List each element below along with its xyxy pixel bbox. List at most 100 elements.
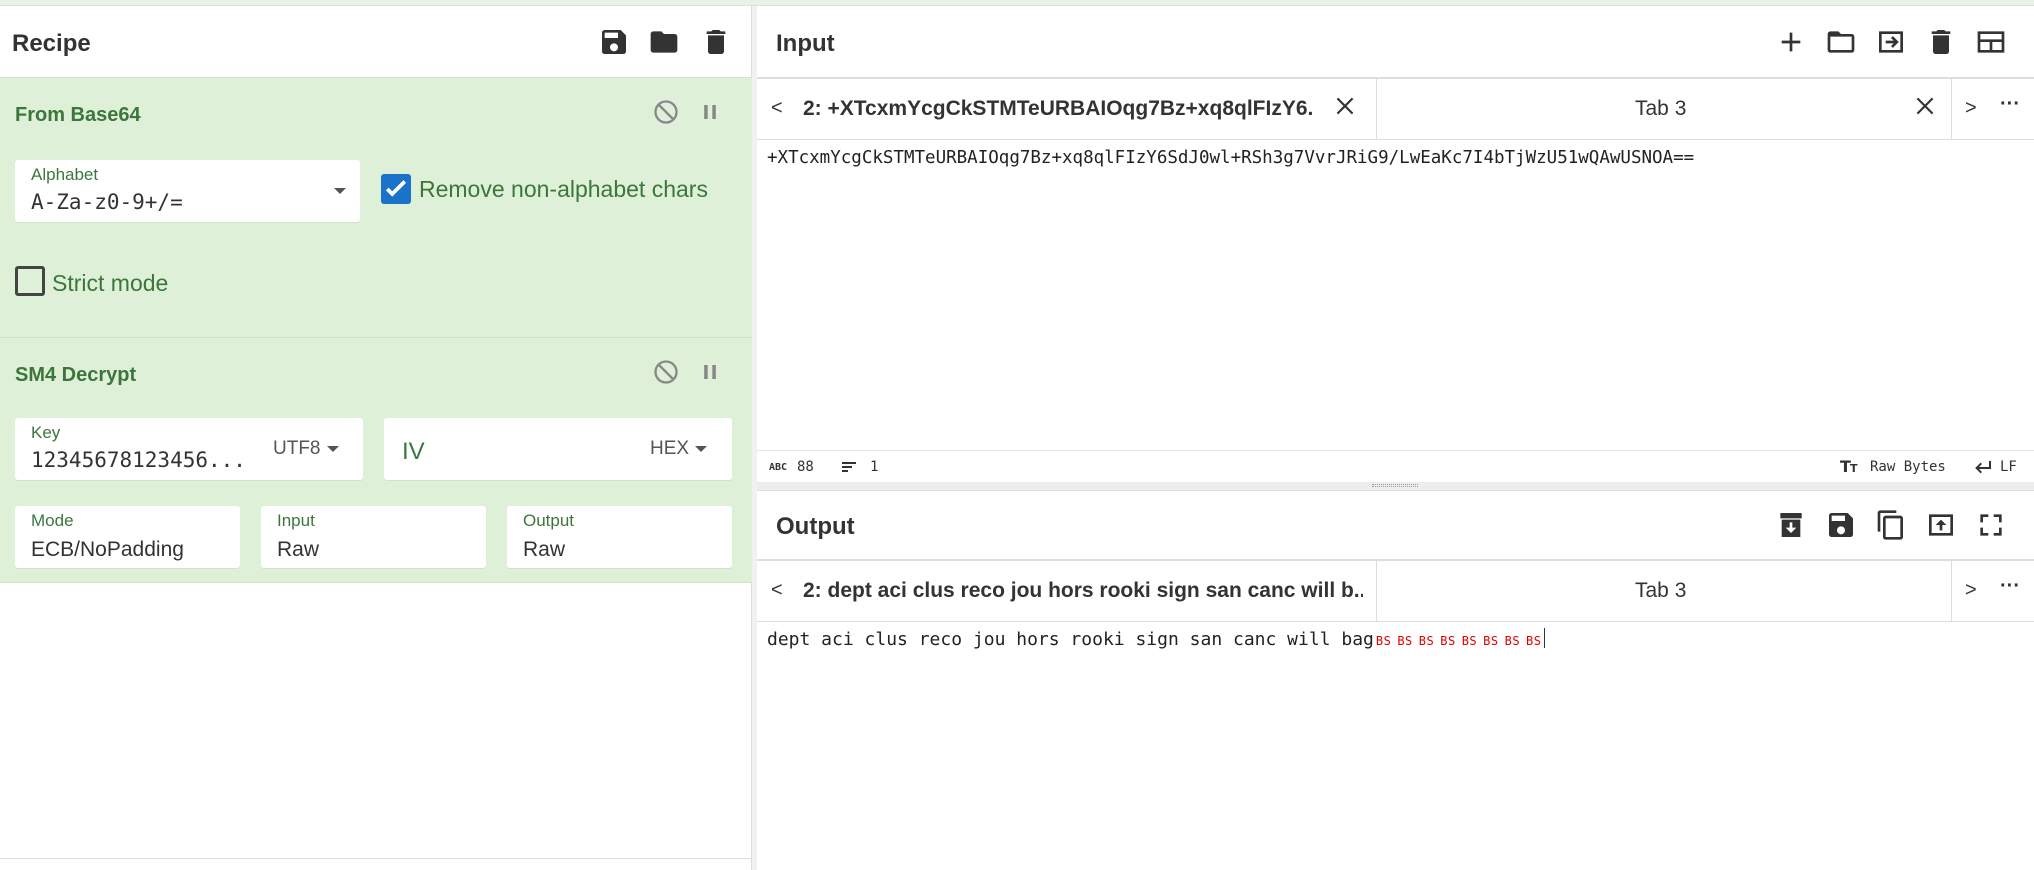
input-format-dropdown[interactable]: Input Raw <box>261 506 486 568</box>
input-header: Input <box>757 6 2034 78</box>
disable-operation-icon[interactable] <box>652 98 680 126</box>
close-icon[interactable] <box>1912 93 1938 119</box>
save-to-archive-icon[interactable] <box>1775 509 1807 541</box>
control-char-marker: BS <box>1461 634 1478 648</box>
iv-placeholder: IV <box>402 438 425 465</box>
input-title: Input <box>776 30 835 57</box>
output-format-value: Raw <box>523 538 566 561</box>
grip-dots <box>1372 484 1418 487</box>
io-panel: Input < 2: +XTcxmYcgCkSTMTeURBAIOqg7Bz+x… <box>757 6 2034 870</box>
io-resize-handle[interactable] <box>757 482 2034 490</box>
tab-next-button[interactable]: > <box>1965 579 1977 602</box>
remove-non-alphabet-label: Remove non-alphabet chars <box>419 176 708 202</box>
tab-more-button[interactable]: ··· <box>2000 93 2020 116</box>
recipe-footer-divider <box>0 858 752 859</box>
key-value: 12345678123456... <box>31 448 241 472</box>
clear-recipe-trash-icon[interactable] <box>700 26 732 58</box>
control-char-marker: BS <box>1483 634 1499 648</box>
mode-label: Mode <box>31 511 74 530</box>
control-char-marker: BS <box>1397 634 1413 648</box>
alphabet-label: Alphabet <box>31 165 99 184</box>
recipe-header: Recipe <box>0 6 751 78</box>
return-icon <box>1973 457 1993 480</box>
control-char-marker: BS <box>1504 634 1521 648</box>
mode-value: ECB/NoPadding <box>31 538 184 561</box>
lines-icon <box>841 459 857 478</box>
input-format-label: Input <box>277 511 315 530</box>
iv-encoding-value: HEX <box>650 438 690 459</box>
pause-operation-icon[interactable] <box>696 98 724 126</box>
disable-operation-icon[interactable] <box>652 358 680 386</box>
input-status-bar: ABC 88 1 TT Raw Bytes LF <box>757 450 2034 482</box>
input-tab-2[interactable]: 2: +XTcxmYcgCkSTMTeURBAIOqg7Bz+xq8qlFIzY… <box>787 79 1377 139</box>
tab-label: 2: dept aci clus reco jou hors rooki sig… <box>803 579 1363 602</box>
tab-prev-button[interactable]: < <box>771 579 783 602</box>
maximize-output-icon[interactable] <box>1975 509 2007 541</box>
chevron-down-icon <box>695 445 708 452</box>
output-text: dept aci clus reco jou hors rooki sign s… <box>767 629 1374 650</box>
copy-output-icon[interactable] <box>1875 509 1907 541</box>
input-length: 88 <box>797 459 814 475</box>
recipe-panel: Recipe From Base64 Alphabet A-Za-z0-9+/=… <box>0 6 752 870</box>
mode-dropdown[interactable]: Mode ECB/NoPadding <box>15 506 240 568</box>
load-recipe-folder-icon[interactable] <box>648 26 680 58</box>
tab-next-button[interactable]: > <box>1965 97 1977 120</box>
recipe-title: Recipe <box>12 30 91 57</box>
control-chars: BS BS BS BS BS BS BS BS <box>1374 629 1542 650</box>
close-icon[interactable] <box>1332 93 1358 119</box>
abc-icon: ABC <box>769 462 788 473</box>
svg-text:T: T <box>1850 462 1858 475</box>
output-tab-2[interactable]: 2: dept aci clus reco jou hors rooki sig… <box>787 561 1377 621</box>
text-cursor <box>1543 628 1545 648</box>
tab-more-button[interactable]: ··· <box>2000 575 2020 598</box>
clear-input-trash-icon[interactable] <box>1925 26 1957 58</box>
operation-title: SM4 Decrypt <box>15 364 137 386</box>
input-format[interactable]: Raw Bytes <box>1870 459 1946 475</box>
tab-label: 2: +XTcxmYcgCkSTMTeURBAIOqg7Bz+xq8qlFIzY… <box>803 97 1313 120</box>
chevron-down-icon <box>326 445 339 452</box>
tab-prev-button[interactable]: < <box>771 97 783 120</box>
output-title: Output <box>776 513 855 540</box>
alphabet-value: A-Za-z0-9+/= <box>31 190 183 214</box>
save-recipe-icon[interactable] <box>598 26 630 58</box>
operation-title: From Base64 <box>15 104 141 126</box>
key-encoding-dropdown[interactable]: UTF8 <box>273 438 339 460</box>
control-char-marker: BS <box>1418 634 1435 648</box>
operation-sm4-decrypt: SM4 Decrypt Key 12345678123456... UTF8 I… <box>0 338 752 583</box>
output-format-dropdown[interactable]: Output Raw <box>507 506 732 568</box>
input-tab-3[interactable]: Tab 3 <box>1377 79 1952 139</box>
input-format-value: Raw <box>277 538 320 561</box>
alphabet-dropdown[interactable]: Alphabet A-Za-z0-9+/= <box>15 160 360 222</box>
output-tab-bar: < 2: dept aci clus reco jou hors rooki s… <box>757 560 2034 622</box>
output-format-label: Output <box>523 511 575 530</box>
add-tab-plus-icon[interactable] <box>1775 26 1807 58</box>
save-output-icon[interactable] <box>1825 509 1857 541</box>
input-lines: 1 <box>870 459 879 475</box>
control-char-marker: BS <box>1440 634 1456 648</box>
tab-label: Tab 3 <box>1635 97 1687 120</box>
pause-operation-icon[interactable] <box>696 358 724 386</box>
key-input[interactable]: Key 12345678123456... UTF8 <box>15 418 363 480</box>
open-file-folder-icon[interactable] <box>1825 26 1857 58</box>
remove-non-alphabet-checkbox[interactable] <box>381 174 411 204</box>
chevron-down-icon <box>334 188 346 194</box>
strict-mode-label: Strict mode <box>52 270 169 296</box>
control-char-marker: BS <box>1526 634 1542 648</box>
open-folder-import-icon[interactable] <box>1875 26 1907 58</box>
output-textarea[interactable]: dept aci clus reco jou hors rooki sign s… <box>767 628 1545 650</box>
iv-encoding-dropdown[interactable]: HEX <box>650 438 708 460</box>
control-char-marker: BS <box>1375 634 1392 648</box>
reset-layout-icon[interactable] <box>1975 26 2007 58</box>
operation-from-base64: From Base64 Alphabet A-Za-z0-9+/= Remove… <box>0 78 752 338</box>
input-eol[interactable]: LF <box>2000 459 2017 475</box>
text-format-icon[interactable]: TT <box>1840 456 1860 479</box>
replace-input-with-output-icon[interactable] <box>1925 509 1957 541</box>
strict-mode-checkbox[interactable] <box>15 266 45 296</box>
input-textarea[interactable]: +XTcxmYcgCkSTMTeURBAIOqg7Bz+xq8qlFIzY6Sd… <box>767 148 1694 168</box>
tab-label: Tab 3 <box>1635 579 1687 602</box>
output-tab-3[interactable]: Tab 3 <box>1377 561 1952 621</box>
key-encoding-value: UTF8 <box>273 438 321 459</box>
key-label: Key <box>31 423 61 442</box>
iv-input[interactable]: IV HEX <box>384 418 732 480</box>
input-tab-bar: < 2: +XTcxmYcgCkSTMTeURBAIOqg7Bz+xq8qlFI… <box>757 78 2034 140</box>
